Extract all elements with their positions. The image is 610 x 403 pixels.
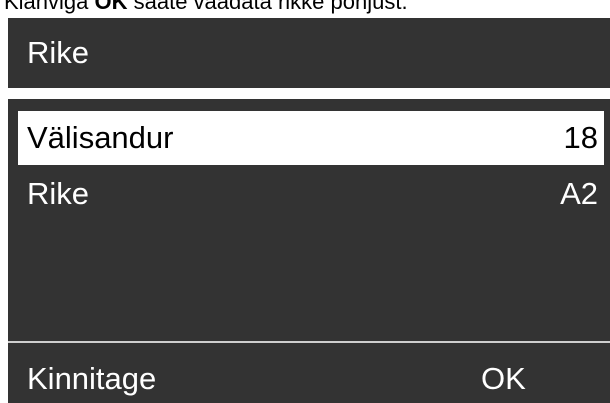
menu-item-value: 18 xyxy=(563,120,598,155)
title-bar: Rike xyxy=(8,18,610,88)
menu-item-label: Välisandur xyxy=(27,120,174,155)
device-display: Rike Välisandur 18 Rike A2 Kinnitage OK xyxy=(8,18,610,403)
confirm-softkey[interactable]: Kinnitage xyxy=(27,359,156,399)
instruction-text: Klahviga OK saate vaadata rikke põhjust. xyxy=(4,0,408,14)
ok-softkey[interactable]: OK xyxy=(481,359,526,399)
instruction-prefix: Klahviga xyxy=(4,0,95,14)
menu-item-label: Rike xyxy=(27,176,90,211)
instruction-suffix: saate vaadata rikke põhjust. xyxy=(127,0,408,14)
softkey-bar: Kinnitage OK xyxy=(8,343,610,403)
instruction-key: OK xyxy=(94,0,128,14)
menu-item-value: A2 xyxy=(560,176,598,211)
menu-item-rike[interactable]: Rike A2 xyxy=(18,167,604,221)
menu-item-valisandur[interactable]: Välisandur 18 xyxy=(18,111,604,165)
title-divider xyxy=(8,88,610,99)
screen-title: Rike xyxy=(27,35,90,70)
